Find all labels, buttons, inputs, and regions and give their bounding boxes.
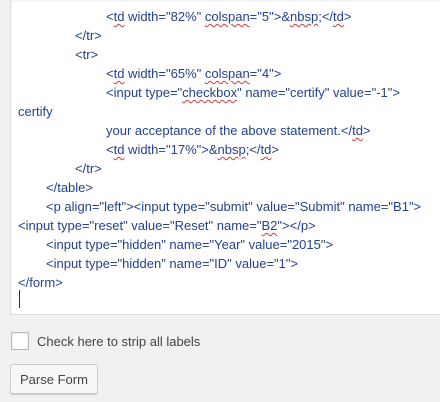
html-source-textarea[interactable]: <td width="82%" colspan="5">&nbsp;</td> <… <box>10 0 440 315</box>
source-line: <tr> <box>75 47 99 62</box>
source-line: <input type="hidden" name="ID" value="1"… <box>46 256 299 271</box>
parse-form-button[interactable]: Parse Form <box>10 364 98 394</box>
source-line: certify <box>18 104 53 119</box>
strip-labels-checkbox[interactable] <box>11 332 29 350</box>
source-line: </tr> <box>75 161 102 176</box>
text-cursor <box>19 290 20 308</box>
source-line: <input type="hidden" name="Year" value="… <box>46 237 334 252</box>
strip-labels-option[interactable]: Check here to strip all labels <box>11 331 200 351</box>
source-line: </table> <box>46 180 93 195</box>
source-line: <td width="65%" colspan="4"> <box>106 66 282 81</box>
strip-labels-label: Check here to strip all labels <box>37 333 201 349</box>
source-line: </form> <box>18 275 63 290</box>
source-line: <input type="checkbox" name="certify" va… <box>106 85 400 100</box>
source-line: <td width="82%" colspan="5">&nbsp;</td> <box>106 9 352 24</box>
source-line: your acceptance of the above statement.<… <box>106 123 371 138</box>
source-line: <p align="left"><input type="submit" val… <box>46 199 422 214</box>
source-line: </tr> <box>75 28 102 43</box>
source-line: <td width="17%">&nbsp;</td> <box>106 142 279 157</box>
source-line: <input type="reset" value="Reset" name="… <box>18 218 316 233</box>
